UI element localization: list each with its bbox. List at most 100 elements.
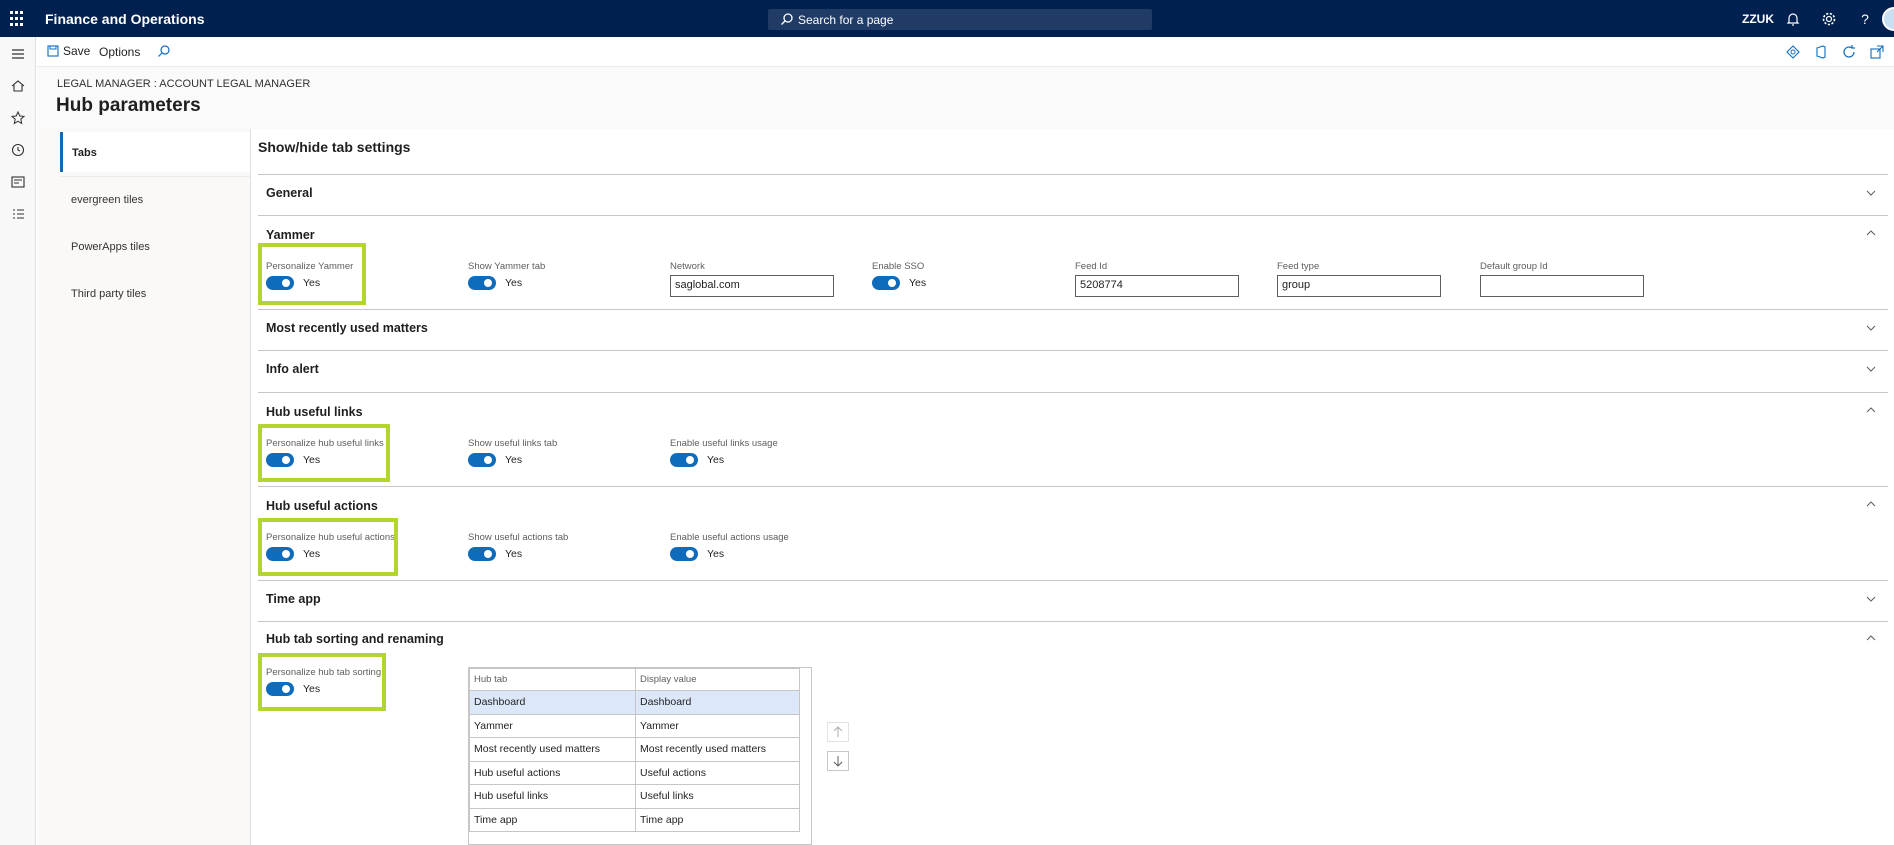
chevron-up-icon[interactable] [1866,501,1876,507]
network-field: Network saglobal.com [670,261,834,297]
column-header-hub-tab[interactable]: Hub tab [469,668,636,691]
company-selector[interactable]: ZZUK [1742,12,1774,26]
enable-useful-actions-usage-field: Enable useful actions usage Yes [670,532,789,561]
fasttab-title[interactable]: Yammer [266,228,315,242]
action-pane: Save Options [37,37,1894,67]
app-title[interactable]: Finance and Operations [45,11,204,27]
fasttab-title[interactable]: Hub useful links [266,405,363,419]
table-row[interactable]: Dashboard Dashboard [469,690,800,715]
move-down-button[interactable] [827,751,849,771]
table-row[interactable]: Hub useful links Useful links [469,784,800,809]
show-actions-tab-toggle[interactable] [468,547,496,561]
divider [60,176,250,177]
chevron-up-icon[interactable] [1866,230,1876,236]
app-launcher-icon[interactable] [10,11,26,27]
enable-links-usage-toggle[interactable] [670,453,698,467]
cell-hub-tab[interactable]: Hub useful links [469,784,636,809]
save-icon [47,45,59,57]
bell-icon[interactable] [1784,10,1802,28]
default-group-id-input[interactable] [1480,275,1644,297]
page-title: Hub parameters [56,95,201,116]
vertical-tabs: Tabs evergreen tiles PowerApps tiles Thi… [37,129,251,845]
office-icon[interactable] [1813,44,1829,60]
feed-type-input[interactable]: group [1277,275,1441,297]
cell-display-value[interactable]: Useful actions [635,760,800,785]
chevron-up-icon[interactable] [1866,635,1876,641]
default-group-id-field: Default group Id [1480,261,1644,297]
chevron-down-icon[interactable] [1866,596,1876,602]
refresh-icon[interactable] [1841,44,1857,60]
table-row[interactable]: Time app Time app [469,807,800,832]
show-links-tab-toggle[interactable] [468,453,496,467]
home-icon[interactable] [10,78,26,94]
cell-display-value[interactable]: Most recently used matters [635,737,800,762]
cell-display-value[interactable]: Dashboard [635,690,800,715]
chevron-down-icon[interactable] [1866,190,1876,196]
cell-display-value[interactable]: Yammer [635,713,800,738]
cell-hub-tab[interactable]: Time app [469,807,636,832]
highlight-box [258,653,386,711]
chevron-down-icon[interactable] [1866,325,1876,331]
chevron-up-icon[interactable] [1866,407,1876,413]
search-placeholder: Search for a page [798,13,894,27]
workspaces-icon[interactable] [10,174,26,190]
options-button[interactable]: Options [99,45,140,59]
hub-tab-grid: Hub tab Display value Dashboard Dashboard… [468,667,812,845]
navigation-rail [0,37,36,845]
table-row[interactable]: Hub useful actions Useful actions [469,760,800,785]
fasttab-general[interactable]: General [258,174,1888,215]
cell-hub-tab[interactable]: Yammer [469,713,636,738]
fasttab-title[interactable]: Hub tab sorting and renaming [266,632,444,646]
cell-hub-tab[interactable]: Hub useful actions [469,760,636,785]
fasttab-most-recently-used[interactable]: Most recently used matters [258,309,1888,350]
show-yammer-tab-toggle[interactable] [468,276,496,290]
avatar[interactable] [1882,7,1894,31]
feed-id-input[interactable]: 5208774 [1075,275,1239,297]
modules-icon[interactable] [10,206,26,222]
help-icon[interactable]: ? [1856,10,1874,28]
fasttab-title[interactable]: Hub useful actions [266,499,378,513]
enable-useful-links-usage-field: Enable useful links usage Yes [670,438,778,467]
clock-icon[interactable] [10,142,26,158]
highlight-box [258,243,366,305]
cell-hub-tab[interactable]: Most recently used matters [469,737,636,762]
enable-sso-field: Enable SSO Yes [872,261,927,290]
hamburger-menu-icon[interactable] [10,46,26,62]
fasttab-title: Time app [266,592,321,606]
cell-display-value[interactable]: Time app [635,807,800,832]
power-apps-icon[interactable] [1785,44,1801,60]
tab-tabs[interactable]: Tabs [60,132,250,172]
network-input[interactable]: saglobal.com [670,275,834,297]
save-button[interactable]: Save [47,44,90,58]
arrow-up-icon [833,726,843,737]
gear-icon[interactable] [1820,10,1838,28]
section-title: Show/hide tab settings [258,139,411,155]
table-row[interactable]: Most recently used matters Most recently … [469,737,800,762]
tab-evergreen-tiles[interactable]: evergreen tiles [71,194,143,206]
highlight-box [258,518,398,576]
save-label: Save [63,44,91,58]
fasttab-time-app[interactable]: Time app [258,580,1888,621]
search-input[interactable]: Search for a page [768,9,1152,30]
cell-hub-tab[interactable]: Dashboard [469,690,636,715]
enable-actions-usage-toggle[interactable] [670,547,698,561]
search-icon[interactable] [157,44,171,58]
tab-third-party-tiles[interactable]: Third party tiles [71,288,146,300]
star-icon[interactable] [10,110,26,126]
show-useful-actions-tab-field: Show useful actions tab Yes [468,532,569,561]
fasttab-info-alert[interactable]: Info alert [258,350,1888,392]
tab-powerapps-tiles[interactable]: PowerApps tiles [71,241,150,253]
open-new-window-icon[interactable] [1869,44,1885,60]
chevron-down-icon[interactable] [1866,366,1876,372]
fasttab-title: Info alert [266,362,319,376]
move-up-button[interactable] [827,722,849,742]
enable-sso-toggle[interactable] [872,276,900,290]
fasttab-title: Most recently used matters [266,321,428,335]
breadcrumb: LEGAL MANAGER : ACCOUNT LEGAL MANAGER [57,78,311,90]
cell-display-value[interactable]: Useful links [635,784,800,809]
column-header-display-value[interactable]: Display value [635,668,800,691]
show-useful-links-tab-field: Show useful links tab Yes [468,438,558,467]
feed-id-field: Feed Id 5208774 [1075,261,1239,297]
tab-label: Tabs [72,147,97,159]
table-row[interactable]: Yammer Yammer [469,713,800,738]
